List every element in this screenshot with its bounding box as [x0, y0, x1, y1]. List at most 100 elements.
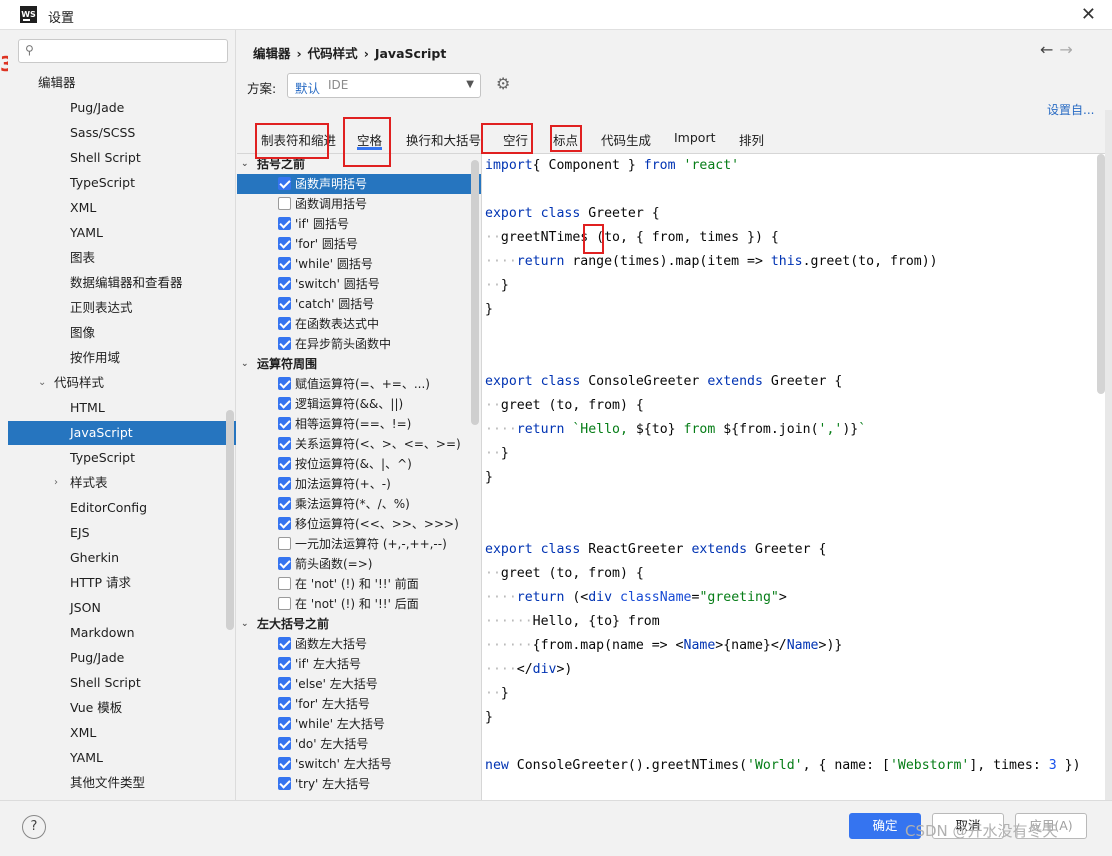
sidebar-item[interactable]: JSON: [8, 596, 236, 620]
option-checkbox[interactable]: [278, 457, 291, 470]
option-item[interactable]: 在 'not' (!) 和 '!!' 后面: [237, 594, 481, 614]
help-icon[interactable]: ?: [22, 815, 46, 839]
sidebar-scrollbar[interactable]: [226, 410, 234, 630]
gear-icon[interactable]: ⚙: [496, 74, 510, 93]
breadcrumb-item[interactable]: JavaScript: [375, 46, 446, 61]
option-checkbox[interactable]: [278, 557, 291, 570]
option-checkbox[interactable]: [278, 397, 291, 410]
sidebar-item[interactable]: Gherkin: [8, 546, 236, 570]
sidebar-item[interactable]: 其他文件类型: [8, 771, 236, 795]
sidebar-item[interactable]: XML: [8, 721, 236, 745]
option-checkbox[interactable]: [278, 777, 291, 790]
option-item[interactable]: 箭头函数(=>): [237, 554, 481, 574]
option-checkbox[interactable]: [278, 697, 291, 710]
option-item[interactable]: 赋值运算符(=、+=、...): [237, 374, 481, 394]
sidebar-item[interactable]: YAML: [8, 221, 236, 245]
option-item[interactable]: 'if' 圆括号: [237, 214, 481, 234]
option-checkbox[interactable]: [278, 637, 291, 650]
sidebar-item[interactable]: 数据编辑器和查看器: [8, 271, 236, 295]
option-item[interactable]: 在 'not' (!) 和 '!!' 前面: [237, 574, 481, 594]
chevron-down-icon[interactable]: ⌄: [241, 154, 249, 174]
tab[interactable]: Import: [674, 130, 716, 150]
option-checkbox[interactable]: [278, 677, 291, 690]
option-checkbox[interactable]: [278, 517, 291, 530]
tab[interactable]: 代码生成: [601, 130, 651, 150]
preview-scrollbar[interactable]: [1097, 154, 1105, 394]
option-item[interactable]: 'catch' 圆括号: [237, 294, 481, 314]
option-item[interactable]: 乘法运算符(*、/、%): [237, 494, 481, 514]
sidebar-item[interactable]: EJS: [8, 521, 236, 545]
chevron-down-icon[interactable]: ⌄: [38, 371, 46, 395]
option-checkbox[interactable]: [278, 377, 291, 390]
option-checkbox[interactable]: [278, 437, 291, 450]
option-item[interactable]: 函数调用括号: [237, 194, 481, 214]
option-item[interactable]: 'for' 圆括号: [237, 234, 481, 254]
option-checkbox[interactable]: [278, 417, 291, 430]
settings-search-input[interactable]: ⚲: [18, 39, 228, 63]
tab[interactable]: 换行和大括号: [406, 130, 481, 150]
option-checkbox[interactable]: [278, 317, 291, 330]
sidebar-item[interactable]: EditorConfig: [8, 496, 236, 520]
chevron-down-icon[interactable]: ⌄: [241, 614, 249, 634]
sidebar-item[interactable]: 按作用域: [8, 346, 236, 370]
forward-arrow-icon[interactable]: →: [1059, 40, 1078, 59]
sidebar-item[interactable]: ⌄ 代码样式: [8, 371, 236, 395]
option-item[interactable]: 一元加法运算符 (+,-,++,--): [237, 534, 481, 554]
sidebar-item[interactable]: Pug/Jade: [8, 646, 236, 670]
option-checkbox[interactable]: [278, 257, 291, 270]
chevron-down-icon[interactable]: ⌄: [241, 354, 249, 374]
option-checkbox[interactable]: [278, 337, 291, 350]
option-item[interactable]: 'for' 左大括号: [237, 694, 481, 714]
option-item[interactable]: 关系运算符(<、>、<=、>=): [237, 434, 481, 454]
option-item[interactable]: 'switch' 圆括号: [237, 274, 481, 294]
sidebar-item[interactable]: Shell Script: [8, 146, 236, 170]
option-item[interactable]: 'do' 左大括号: [237, 734, 481, 754]
option-item[interactable]: 'while' 圆括号: [237, 254, 481, 274]
option-checkbox[interactable]: [278, 577, 291, 590]
option-item[interactable]: 在函数表达式中: [237, 314, 481, 334]
option-checkbox[interactable]: [278, 717, 291, 730]
option-item[interactable]: 在异步箭头函数中: [237, 334, 481, 354]
sidebar-item[interactable]: Shell Script: [8, 671, 236, 695]
option-group[interactable]: ⌄ 运算符周围: [237, 354, 481, 374]
sidebar-item[interactable]: XML: [8, 196, 236, 220]
set-from-link[interactable]: 设置自...: [1047, 101, 1094, 118]
option-checkbox[interactable]: [278, 237, 291, 250]
chevron-right-icon[interactable]: ›: [54, 471, 58, 495]
option-group[interactable]: ⌄ 左大括号之前: [237, 614, 481, 634]
option-checkbox[interactable]: [278, 597, 291, 610]
close-icon[interactable]: ✕: [1081, 4, 1096, 25]
sidebar-item[interactable]: 编辑器: [8, 71, 236, 95]
sidebar-item[interactable]: HTML: [8, 396, 236, 420]
option-checkbox[interactable]: [278, 757, 291, 770]
tab[interactable]: 排列: [739, 130, 764, 150]
option-item[interactable]: 函数声明括号: [237, 174, 481, 194]
option-checkbox[interactable]: [278, 277, 291, 290]
option-checkbox[interactable]: [278, 497, 291, 510]
option-item[interactable]: 'switch' 左大括号: [237, 754, 481, 774]
option-checkbox[interactable]: [278, 477, 291, 490]
scheme-select[interactable]: 默认 IDE ▼: [287, 73, 481, 98]
sidebar-item[interactable]: 图表: [8, 246, 236, 270]
sidebar-item[interactable]: YAML: [8, 746, 236, 770]
option-item[interactable]: 相等运算符(==、!=): [237, 414, 481, 434]
sidebar-item[interactable]: HTTP 请求: [8, 571, 236, 595]
option-checkbox[interactable]: [278, 177, 291, 190]
sidebar-item[interactable]: Vue 模板: [8, 696, 236, 720]
option-checkbox[interactable]: [278, 537, 291, 550]
option-checkbox[interactable]: [278, 217, 291, 230]
sidebar-item[interactable]: TypeScript: [8, 446, 236, 470]
option-checkbox[interactable]: [278, 657, 291, 670]
sidebar-item[interactable]: TypeScript: [8, 171, 236, 195]
breadcrumb-item[interactable]: 代码样式: [308, 46, 358, 61]
option-item[interactable]: 'else' 左大括号: [237, 674, 481, 694]
sidebar-item[interactable]: 正则表达式: [8, 296, 236, 320]
option-item[interactable]: 'try' 左大括号: [237, 774, 481, 794]
option-item[interactable]: 函数左大括号: [237, 634, 481, 654]
back-arrow-icon[interactable]: ←: [1040, 40, 1059, 59]
option-checkbox[interactable]: [278, 737, 291, 750]
breadcrumb-item[interactable]: 编辑器: [253, 46, 291, 61]
option-item[interactable]: 加法运算符(+、-): [237, 474, 481, 494]
sidebar-item[interactable]: JavaScript: [8, 421, 236, 445]
option-item[interactable]: 'if' 左大括号: [237, 654, 481, 674]
